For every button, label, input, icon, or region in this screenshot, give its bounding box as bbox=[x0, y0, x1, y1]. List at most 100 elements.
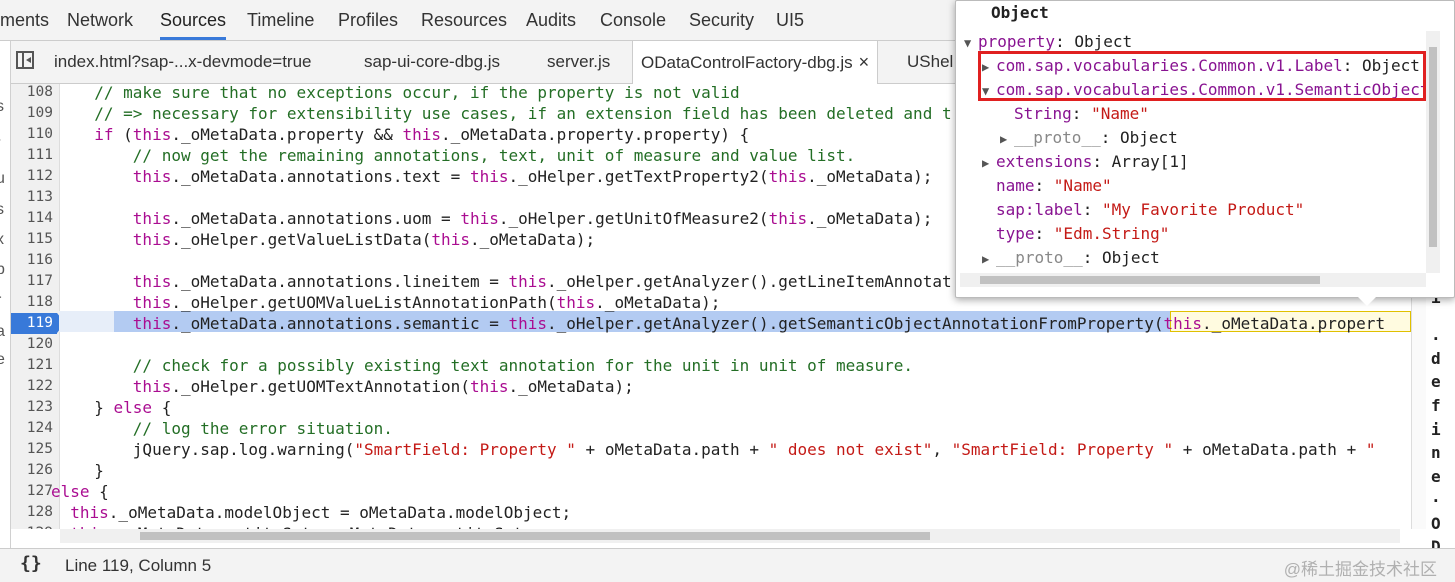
pretty-print-icon[interactable]: {} bbox=[20, 553, 42, 574]
line-number[interactable]: 128 bbox=[11, 502, 53, 523]
tab-profiles[interactable]: Profiles bbox=[338, 0, 398, 40]
file-tab[interactable]: index.html?sap-...x-devmode=true bbox=[54, 41, 312, 83]
object-tree-row[interactable]: String: "Name" bbox=[1000, 102, 1149, 126]
property-value: "Edm.String" bbox=[1054, 224, 1170, 243]
code-token: " bbox=[1366, 440, 1376, 459]
tab-audits[interactable]: Audits bbox=[526, 0, 576, 40]
file-tab[interactable]: ODataControlFactory-dbg.js× bbox=[632, 41, 878, 84]
navigator-fragment: s bbox=[0, 98, 4, 116]
code-token: "SmartField: Property " bbox=[354, 440, 576, 459]
line-number[interactable]: 129 bbox=[11, 523, 53, 529]
right-panel-fragment: d bbox=[1431, 349, 1441, 368]
code-line: this._oHelper.getUOMTextAnnotation(this.… bbox=[75, 376, 634, 397]
tab-network[interactable]: Network bbox=[67, 0, 133, 40]
tab-resources[interactable]: Resources bbox=[421, 0, 507, 40]
code-token: ._oMetaData); bbox=[470, 230, 595, 249]
line-number[interactable]: 126 bbox=[11, 460, 53, 481]
object-tree-row[interactable]: ▶__proto__: Object bbox=[1000, 126, 1178, 150]
tab-timeline[interactable]: Timeline bbox=[247, 0, 314, 40]
line-number[interactable]: 114 bbox=[11, 208, 53, 229]
tab-console[interactable]: Console bbox=[600, 0, 666, 40]
object-preview-popover: Object ▼property: Object▶com.sap.vocabul… bbox=[955, 0, 1455, 298]
line-number[interactable]: 123 bbox=[11, 397, 53, 418]
property-value: "My Favorite Product" bbox=[1102, 200, 1304, 219]
collapsed-arrow-icon[interactable]: ▶ bbox=[982, 247, 996, 271]
line-number[interactable]: 118 bbox=[11, 292, 53, 313]
file-tab[interactable]: sap-ui-core-dbg.js bbox=[364, 41, 500, 83]
code-token: ._oMetaData); bbox=[807, 209, 932, 228]
code-token: this bbox=[508, 272, 547, 291]
line-number[interactable]: 125 bbox=[11, 439, 53, 460]
code-line: this._oHelper.getValueListData(this._oMe… bbox=[75, 229, 595, 250]
object-tree-row[interactable]: ▶extensions: Array[1] bbox=[982, 150, 1189, 174]
object-tree-row[interactable]: type: "Edm.String" bbox=[982, 222, 1169, 246]
code-token: ._oHelper.getTextProperty2( bbox=[508, 167, 768, 186]
code-token: this bbox=[557, 293, 596, 312]
separator: : bbox=[1035, 224, 1054, 243]
line-number[interactable]: 122 bbox=[11, 376, 53, 397]
line-number[interactable]: 113 bbox=[11, 187, 53, 208]
tab-sources[interactable]: Sources bbox=[160, 0, 226, 40]
line-number[interactable]: 108 bbox=[11, 84, 53, 103]
code-line: // make sure that no exceptions occur, i… bbox=[75, 84, 740, 103]
line-number[interactable]: 112 bbox=[11, 166, 53, 187]
code-line: this._oHelper.getUOMValueListAnnotationP… bbox=[75, 292, 720, 313]
line-number[interactable]: 115 bbox=[11, 229, 53, 250]
code-token: this bbox=[75, 167, 171, 186]
line-number[interactable]: 124 bbox=[11, 418, 53, 439]
navigator-fragment: p bbox=[0, 261, 5, 279]
object-tree-row[interactable]: sap:label: "My Favorite Product" bbox=[982, 198, 1304, 222]
close-tab-icon[interactable]: × bbox=[859, 52, 870, 72]
editor-horizontal-scrollbar[interactable] bbox=[60, 529, 1400, 543]
line-number[interactable]: 120 bbox=[11, 334, 53, 355]
line-number[interactable]: 117 bbox=[11, 271, 53, 292]
code-token: this bbox=[508, 314, 547, 333]
file-tab-label: index.html?sap-...x-devmode=true bbox=[54, 52, 312, 71]
separator: : bbox=[1072, 104, 1091, 123]
file-tab[interactable]: UShel bbox=[907, 41, 953, 83]
tab-ments[interactable]: ments bbox=[0, 0, 49, 40]
line-number[interactable]: 111 bbox=[11, 145, 53, 166]
line-number[interactable]: 121 bbox=[11, 355, 53, 376]
right-panel-fragment: . bbox=[1431, 325, 1441, 344]
code-token: this bbox=[769, 167, 808, 186]
code-token: } bbox=[75, 461, 104, 480]
code-token: if bbox=[75, 125, 114, 144]
line-number[interactable]: 110 bbox=[11, 124, 53, 145]
property-key: String bbox=[1014, 104, 1072, 123]
navigator-fragment: a bbox=[0, 323, 5, 341]
code-token: ._oHelper.getAnalyzer().getLineItemAnnot… bbox=[547, 272, 952, 291]
cursor-position: Line 119, Column 5 bbox=[65, 556, 211, 576]
navigator-fragment: e bbox=[0, 351, 5, 369]
code-token: this bbox=[75, 377, 171, 396]
collapsed-arrow-icon[interactable]: ▶ bbox=[1000, 127, 1014, 151]
expanded-arrow-icon[interactable]: ▼ bbox=[964, 31, 978, 55]
object-tree-row[interactable]: ▶__proto__: Object bbox=[982, 246, 1160, 270]
code-token: ._oMetaData.annotations.lineitem = bbox=[171, 272, 508, 291]
tab-security[interactable]: Security bbox=[689, 0, 754, 40]
code-token: ._oHelper.getUOMTextAnnotation( bbox=[171, 377, 470, 396]
popover-horizontal-scrollbar-thumb[interactable] bbox=[980, 276, 1320, 284]
line-number-gutter[interactable]: 1081091101111121131141151161171181191201… bbox=[11, 84, 60, 529]
code-line: } bbox=[75, 460, 104, 481]
separator: : bbox=[1101, 128, 1120, 147]
editor-horizontal-scrollbar-thumb[interactable] bbox=[140, 532, 930, 540]
tab-ui5[interactable]: UI5 bbox=[776, 0, 804, 40]
popover-vertical-scrollbar[interactable] bbox=[1426, 31, 1440, 273]
object-tree-row[interactable]: name: "Name" bbox=[982, 174, 1112, 198]
code-token: this bbox=[470, 167, 509, 186]
breakpoint-line-number[interactable]: 119 bbox=[11, 313, 57, 334]
status-bar: {} Line 119, Column 5 @稀土掘金技术社区 bbox=[0, 548, 1455, 582]
code-line: // => necessary for extensibility use ca… bbox=[75, 103, 952, 124]
code-token: , bbox=[932, 440, 951, 459]
line-number[interactable]: 109 bbox=[11, 103, 53, 124]
line-number[interactable]: 116 bbox=[11, 250, 53, 271]
code-line: else { bbox=[51, 481, 109, 502]
toggle-navigator-icon[interactable] bbox=[16, 51, 34, 69]
collapsed-arrow-icon[interactable]: ▶ bbox=[982, 151, 996, 175]
file-tab[interactable]: server.js bbox=[547, 41, 610, 83]
popover-horizontal-scrollbar[interactable] bbox=[960, 273, 1426, 287]
popover-vertical-scrollbar-thumb[interactable] bbox=[1429, 47, 1437, 247]
line-number[interactable]: 127 bbox=[11, 481, 53, 502]
code-token: ._oHelper.getValueListData( bbox=[171, 230, 431, 249]
